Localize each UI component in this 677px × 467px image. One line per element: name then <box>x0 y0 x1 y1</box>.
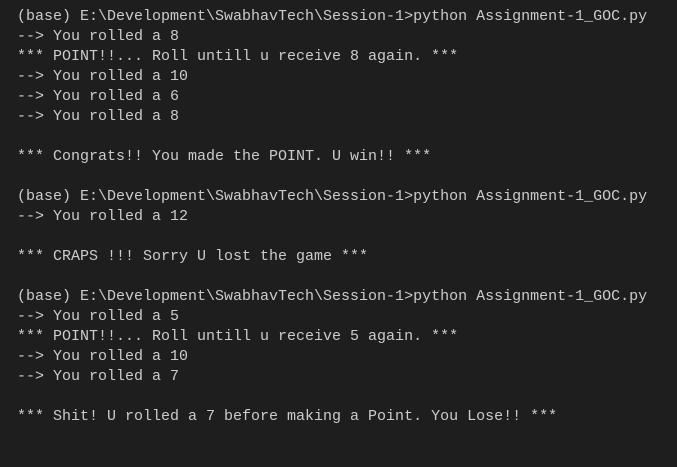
terminal-output[interactable]: (base) E:\Development\SwabhavTech\Sessio… <box>0 0 677 466</box>
terminal-line: *** CRAPS !!! Sorry U lost the game *** <box>17 248 369 265</box>
terminal-line: (base) E:\Development\SwabhavTech\Sessio… <box>17 288 648 305</box>
terminal-line: *** POINT!!... Roll untill u receive 5 a… <box>17 328 459 345</box>
terminal-line: (base) E:\Development\SwabhavTech\Sessio… <box>17 188 648 205</box>
terminal-line: --> You rolled a 7 <box>17 368 180 385</box>
terminal-line: --> You rolled a 10 <box>17 68 189 85</box>
terminal-line: (base) E:\Development\SwabhavTech\Sessio… <box>17 8 648 25</box>
terminal-line: --> You rolled a 8 <box>17 108 180 125</box>
terminal-line: *** POINT!!... Roll untill u receive 8 a… <box>17 48 459 65</box>
terminal-line: --> You rolled a 10 <box>17 348 189 365</box>
terminal-line: --> You rolled a 6 <box>17 88 180 105</box>
terminal-line: --> You rolled a 5 <box>17 308 180 325</box>
terminal-line: --> You rolled a 8 <box>17 28 180 45</box>
terminal-line: *** Shit! U rolled a 7 before making a P… <box>17 408 558 425</box>
terminal-line: *** Congrats!! You made the POINT. U win… <box>17 148 432 165</box>
terminal-line: --> You rolled a 12 <box>17 208 189 225</box>
